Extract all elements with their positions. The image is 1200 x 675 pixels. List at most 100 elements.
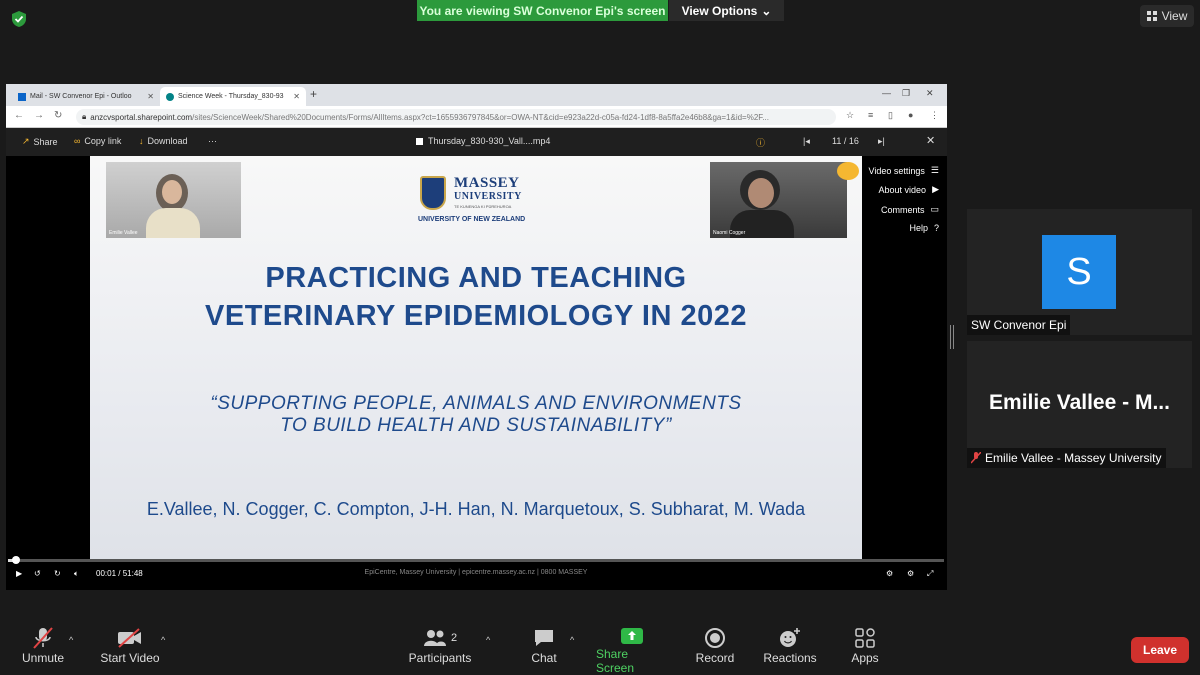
participant-tile-sw-convenor[interactable]: S SW Convenor Epi bbox=[967, 209, 1192, 335]
smiley-plus-icon bbox=[778, 625, 802, 651]
panel-resize-handle[interactable] bbox=[950, 325, 954, 349]
comment-icon: ▭ bbox=[930, 204, 939, 214]
captions-icon[interactable]: ⚙ bbox=[886, 569, 893, 578]
chat-label: Chat bbox=[531, 651, 557, 665]
unmute-button[interactable]: Unmute bbox=[18, 625, 68, 675]
presenter-camera-naomi: Naomi Cogger bbox=[710, 162, 847, 238]
url-host: anzcvsportal.sharepoint.com bbox=[90, 112, 193, 122]
player-controls: ▶ ↺ ↻ 🔈︎ 00:01 / 51:48 ⚙ ⚙ ⤢ bbox=[6, 566, 947, 586]
security-shield-icon[interactable] bbox=[10, 10, 28, 28]
slide-title-line1: PRACTICING AND TEACHING bbox=[265, 262, 687, 294]
download-label: Download bbox=[147, 136, 188, 146]
new-tab-icon[interactable]: + bbox=[310, 87, 317, 101]
close-tab-icon[interactable]: ✕ bbox=[147, 92, 154, 101]
cursor-highlight bbox=[837, 162, 859, 180]
muted-mic-icon bbox=[32, 625, 54, 651]
next-file-icon[interactable]: ▸| bbox=[878, 136, 885, 147]
close-window-icon[interactable]: ✕ bbox=[926, 88, 934, 99]
rewind-10-icon[interactable]: ↺ bbox=[34, 569, 41, 578]
avatar: S bbox=[1042, 235, 1116, 309]
settings-gear-icon[interactable]: ⚙ bbox=[907, 569, 914, 578]
chat-button[interactable]: Chat bbox=[524, 625, 564, 675]
participant-display-name: Emilie Vallee - M... bbox=[989, 391, 1170, 414]
first-file-icon[interactable]: |◂ bbox=[803, 136, 810, 147]
copy-link-label: Copy link bbox=[84, 136, 122, 146]
menu-item-label: Help bbox=[909, 223, 928, 233]
url-input[interactable]: 🔒︎ anzcvsportal.sharepoint.com/sites/Sci… bbox=[76, 109, 836, 125]
video-player[interactable]: Emilie Vallee MASSEY UNIVERSITY TE KUNEN… bbox=[6, 156, 947, 590]
screen-share-banner: You are viewing SW Convenor Epi's screen bbox=[417, 0, 668, 21]
download-icon: ↓ bbox=[139, 136, 144, 146]
bookmark-star-icon[interactable]: ☆ bbox=[846, 110, 854, 121]
participants-button[interactable]: 2 Participants bbox=[406, 625, 474, 675]
apps-grid-icon bbox=[855, 625, 875, 651]
file-name: Thursday_830-930_Vall....mp4 bbox=[416, 136, 550, 146]
participants-options-caret-icon[interactable]: ^ bbox=[486, 635, 490, 645]
reload-icon[interactable]: ↻ bbox=[54, 110, 62, 121]
video-options-caret-icon[interactable]: ^ bbox=[161, 635, 165, 645]
chat-options-caret-icon[interactable]: ^ bbox=[570, 635, 574, 645]
video-progress-bar[interactable] bbox=[8, 556, 944, 564]
chevron-down-icon: ⌄ bbox=[761, 3, 772, 18]
logo-name-line1: MASSEY bbox=[454, 175, 520, 191]
person-face bbox=[162, 180, 182, 204]
fullscreen-icon[interactable]: ⤢ bbox=[927, 569, 933, 579]
muted-mic-icon bbox=[971, 452, 981, 464]
maximize-icon[interactable]: ❐ bbox=[902, 88, 910, 99]
participant-tile-emilie[interactable]: Emilie Vallee - M... Emilie Vallee - Mas… bbox=[967, 341, 1192, 468]
copy-link-button[interactable]: ∞ Copy link bbox=[74, 136, 121, 146]
record-button[interactable]: Record bbox=[693, 625, 737, 675]
more-options-button[interactable]: ··· bbox=[208, 136, 217, 146]
progress-handle[interactable] bbox=[12, 556, 20, 564]
comments-item[interactable]: Comments ▭ bbox=[881, 204, 939, 215]
video-settings-item[interactable]: Video settings ☰ bbox=[869, 165, 939, 176]
participants-count: 2 bbox=[450, 632, 458, 644]
browser-tab-mail[interactable]: Mail - SW Convenor Epi - Outloo ✕ bbox=[12, 87, 160, 106]
side-panel-icon[interactable]: ▯ bbox=[888, 110, 893, 121]
forward-icon[interactable]: → bbox=[34, 110, 44, 121]
kebab-menu-icon[interactable]: ⋮ bbox=[930, 110, 939, 121]
about-video-item[interactable]: About video ▶ bbox=[879, 184, 939, 195]
presentation-slide: Emilie Vallee MASSEY UNIVERSITY TE KUNEN… bbox=[90, 156, 862, 561]
person-body bbox=[146, 208, 200, 238]
profile-icon[interactable]: ● bbox=[908, 110, 913, 120]
volume-icon[interactable]: 🔈︎ bbox=[74, 569, 79, 579]
help-item[interactable]: Help ? bbox=[909, 223, 939, 233]
audio-options-caret-icon[interactable]: ^ bbox=[69, 635, 73, 645]
file-name-label: Thursday_830-930_Vall....mp4 bbox=[428, 136, 551, 146]
close-tab-icon[interactable]: ✕ bbox=[293, 92, 300, 101]
participant-name: Emilie Vallee - Massey University bbox=[985, 451, 1162, 465]
link-icon: ∞ bbox=[74, 136, 81, 146]
share-screen-button[interactable]: Share Screen bbox=[596, 625, 668, 675]
sharepoint-icon bbox=[166, 92, 174, 101]
reading-list-icon[interactable]: ≡ bbox=[868, 110, 873, 120]
start-video-button[interactable]: Start Video bbox=[96, 625, 164, 675]
reactions-button[interactable]: Reactions bbox=[762, 625, 818, 675]
info-icon[interactable]: ⓘ bbox=[756, 136, 765, 149]
record-icon bbox=[704, 625, 726, 651]
play-icon[interactable]: ▶ bbox=[16, 569, 22, 578]
menu-item-label: About video bbox=[878, 184, 927, 195]
view-options-button[interactable]: View Options ⌄ bbox=[669, 0, 784, 21]
logo-university-line: UNIVERSITY OF NEW ZEALAND bbox=[418, 216, 526, 223]
download-button[interactable]: ↓ Download bbox=[139, 136, 188, 146]
minimize-icon[interactable]: — bbox=[882, 88, 891, 98]
time-total: 51:48 bbox=[122, 569, 143, 578]
slide-authors: E.Vallee, N. Cogger, C. Compton, J-H. Ha… bbox=[146, 499, 806, 519]
participants-label: Participants bbox=[408, 651, 472, 665]
leave-button[interactable]: Leave bbox=[1131, 637, 1189, 663]
settings-sliders-icon: ☰ bbox=[930, 165, 939, 175]
start-video-label: Start Video bbox=[100, 651, 160, 665]
apps-button[interactable]: Apps bbox=[846, 625, 884, 675]
share-button[interactable]: ↗ Share bbox=[22, 136, 58, 147]
address-bar-row: ← → ↻ 🔒︎ anzcvsportal.sharepoint.com/sit… bbox=[6, 106, 947, 128]
close-viewer-icon[interactable]: ✕ bbox=[926, 134, 935, 147]
browser-tab-science-week[interactable]: Science Week - Thursday_830-93 ✕ bbox=[160, 87, 306, 106]
view-button[interactable]: View bbox=[1140, 5, 1194, 27]
slide-quote-line2: TO BUILD HEALTH AND SUSTAINABILITY” bbox=[280, 415, 672, 436]
forward-10-icon[interactable]: ↻ bbox=[54, 569, 61, 578]
back-icon[interactable]: ← bbox=[14, 110, 24, 121]
zoom-window: You are viewing SW Convenor Epi's screen… bbox=[0, 0, 1200, 675]
share-icon: ↗ bbox=[22, 136, 30, 146]
grid-icon bbox=[1146, 11, 1157, 21]
